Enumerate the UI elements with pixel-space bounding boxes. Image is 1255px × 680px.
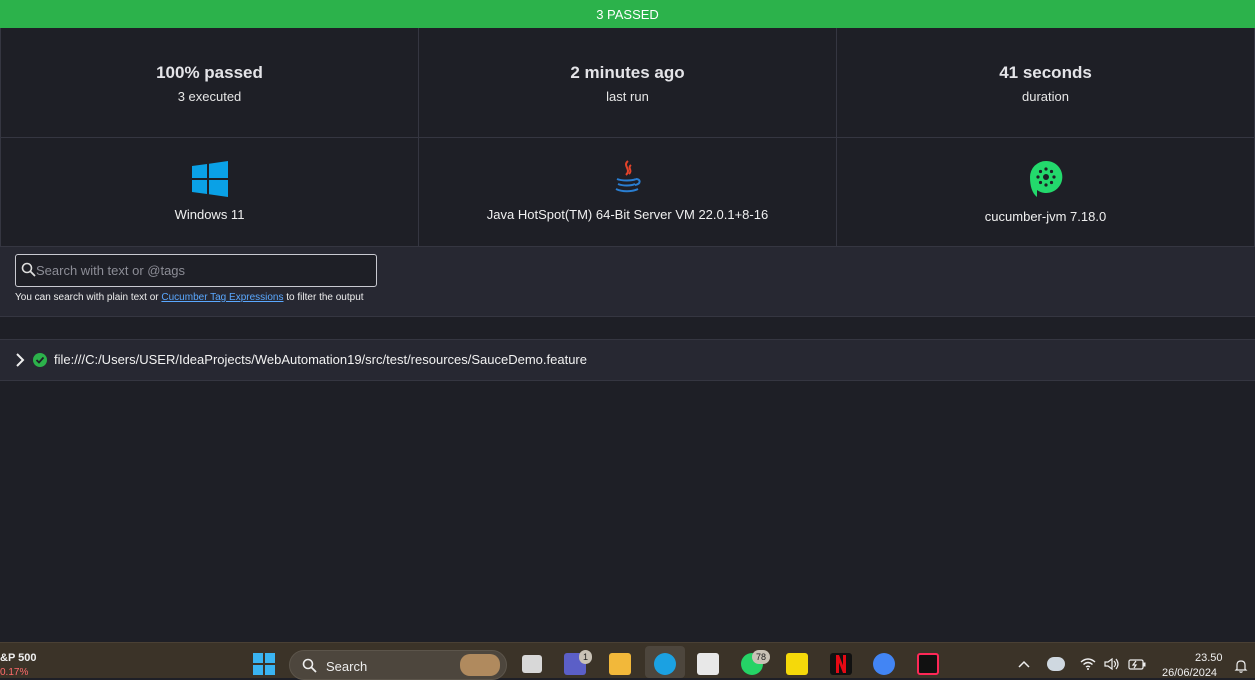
- stats-row: 100% passed 3 executed 2 minutes ago las…: [0, 28, 1255, 138]
- edge-icon[interactable]: [654, 653, 676, 675]
- netflix-icon[interactable]: [830, 653, 852, 675]
- sticky-notes-icon[interactable]: [786, 653, 808, 675]
- env-label: Java HotSpot(TM) 64-Bit Server VM 22.0.1…: [486, 207, 769, 222]
- windows-taskbar: &P 500 0.17% Search 1 78 23.50 26/06/202…: [0, 642, 1255, 680]
- search-field[interactable]: [15, 254, 377, 287]
- stat-label: 3 executed: [177, 89, 242, 104]
- search-section: You can search with plain text or Cucumb…: [0, 246, 1255, 317]
- file-explorer-icon[interactable]: [609, 653, 631, 675]
- stat-value: 2 minutes ago: [570, 63, 685, 82]
- wifi-icon[interactable]: [1080, 658, 1096, 670]
- whatsapp-badge: 78: [752, 650, 771, 664]
- notification-bell-icon[interactable]: [1234, 659, 1248, 673]
- windows-icon: [192, 161, 228, 197]
- stat-duration: 41 seconds duration: [836, 28, 1255, 137]
- chevron-right-icon[interactable]: [15, 352, 25, 368]
- stock-widget-change[interactable]: 0.17%: [0, 667, 28, 678]
- start-icon[interactable]: [253, 653, 275, 675]
- cucumber-icon: [1030, 160, 1063, 197]
- hint-text: You can search with plain text or: [15, 292, 162, 303]
- search-icon: [21, 262, 36, 277]
- env-label: Windows 11: [174, 207, 245, 222]
- stat-passed: 100% passed 3 executed: [0, 28, 418, 137]
- search-highlight-icon: [460, 654, 500, 676]
- env-framework: cucumber-jvm 7.18.0: [836, 138, 1255, 247]
- store-icon[interactable]: [697, 653, 719, 675]
- taskbar-search[interactable]: Search: [289, 650, 507, 680]
- chrome-icon[interactable]: [873, 653, 895, 675]
- feature-path[interactable]: file:///C:/Users/USER/IdeaProjects/WebAu…: [54, 352, 587, 367]
- search-input[interactable]: [36, 255, 366, 286]
- env-runtime: Java HotSpot(TM) 64-Bit Server VM 22.0.1…: [418, 138, 836, 247]
- stat-last-run: 2 minutes ago last run: [418, 28, 836, 137]
- stat-label: last run: [606, 89, 649, 104]
- status-banner: 3 PASSED: [0, 0, 1255, 28]
- feature-row[interactable]: file:///C:/Users/USER/IdeaProjects/WebAu…: [0, 339, 1255, 381]
- task-view-icon[interactable]: [522, 655, 542, 673]
- volume-icon[interactable]: [1104, 658, 1120, 670]
- weather-icon[interactable]: [1047, 657, 1065, 671]
- search-icon: [302, 658, 317, 673]
- hint-text: to filter the output: [283, 292, 364, 303]
- chevron-up-icon[interactable]: [1018, 660, 1030, 668]
- environment-row: Windows 11 Java HotSpot(TM) 64-Bit Serve…: [0, 138, 1255, 248]
- stat-label: duration: [1022, 89, 1069, 104]
- stock-widget-name[interactable]: &P 500: [0, 652, 37, 664]
- env-label: cucumber-jvm 7.18.0: [984, 209, 1107, 224]
- taskbar-search-label: Search: [326, 659, 368, 674]
- teams-badge: 1: [579, 650, 593, 664]
- search-hint: You can search with plain text or Cucumb…: [15, 292, 364, 303]
- clock-date[interactable]: 26/06/2024: [1162, 667, 1217, 679]
- passed-status-icon: [33, 353, 47, 367]
- env-os: Windows 11: [0, 138, 418, 247]
- intellij-icon[interactable]: [917, 653, 939, 675]
- summary-grid: 100% passed 3 executed 2 minutes ago las…: [0, 28, 1255, 248]
- java-icon: [615, 160, 641, 193]
- stat-value: 100% passed: [156, 63, 263, 82]
- clock-time[interactable]: 23.50: [1195, 652, 1223, 664]
- stat-value: 41 seconds: [999, 63, 1092, 82]
- tag-expressions-link[interactable]: Cucumber Tag Expressions: [161, 292, 283, 303]
- battery-icon[interactable]: [1128, 659, 1146, 670]
